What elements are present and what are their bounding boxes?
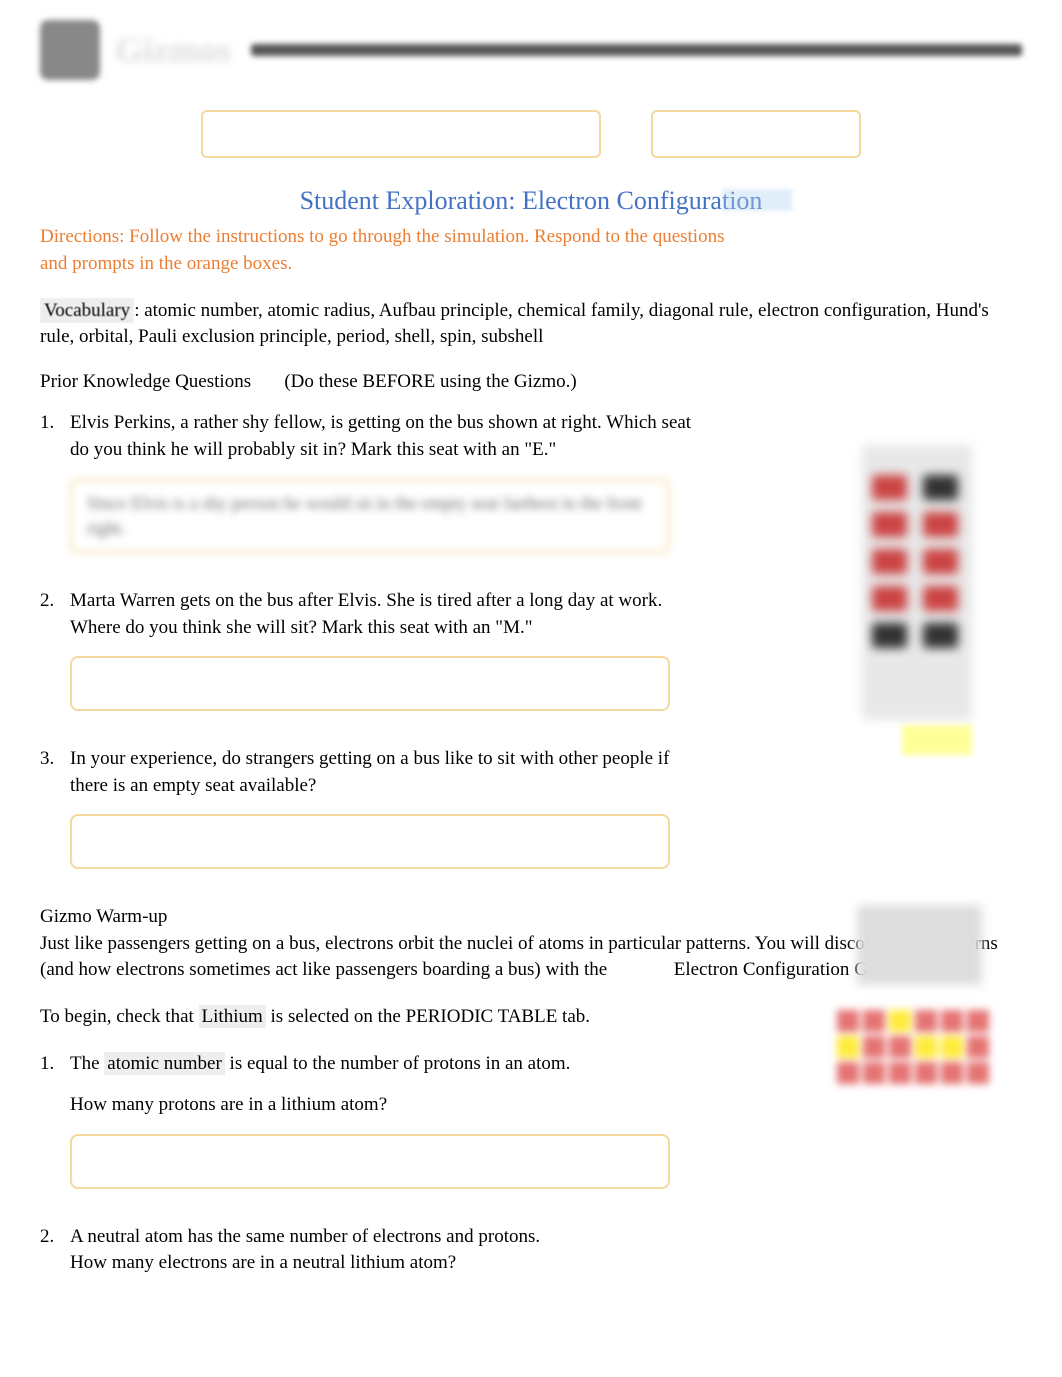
orbital-cell: [915, 1036, 937, 1058]
prior-knowledge-note: (Do these BEFORE using the Gizmo.): [284, 371, 576, 392]
prior-knowledge-heading: Prior Knowledge Questions (Do these BEFO…: [40, 369, 1022, 396]
bus-seat: [872, 586, 907, 611]
answer-input[interactable]: [70, 1134, 670, 1189]
prior-knowledge-label: Prior Knowledge Questions: [40, 371, 251, 392]
bus-seat: [923, 475, 958, 500]
orbital-cell: [863, 1036, 885, 1058]
bus-seat: [923, 512, 958, 537]
warmup-text-gizmo-name: Electron Configuration: [674, 959, 850, 980]
subquestion-text: How many electrons are in a neutral lith…: [70, 1252, 456, 1273]
date-input[interactable]: [651, 110, 861, 158]
orbital-cell: [889, 1062, 911, 1084]
subquestion-text: How many protons are in a lithium atom?: [70, 1092, 710, 1119]
question-text: In your experience, do strangers getting…: [70, 748, 669, 796]
bus-seat: [872, 512, 907, 537]
orbital-cell: [915, 1062, 937, 1084]
orbital-cell: [967, 1062, 989, 1084]
vocabulary-label: Vocabulary: [40, 298, 134, 323]
orbital-cell: [941, 1036, 963, 1058]
answer-input[interactable]: Since Elvis is a shy person he would sit…: [70, 479, 670, 553]
brand-name: Gizmos: [115, 25, 231, 75]
directions-text: Directions: Follow the instructions to g…: [40, 224, 740, 277]
orbital-cell: [941, 1010, 963, 1032]
question-item: 2. A neutral atom has the same number of…: [40, 1224, 1022, 1277]
question-number: 3.: [40, 746, 70, 889]
answer-input[interactable]: [70, 814, 670, 869]
bus-seat: [923, 586, 958, 611]
vocabulary-section: Vocabulary: atomic number, atomic radius…: [40, 298, 1022, 351]
name-input[interactable]: [201, 110, 601, 158]
bus-seat: [923, 549, 958, 574]
question-number: 1.: [40, 1051, 70, 1209]
atomic-number-term: atomic number: [104, 1052, 225, 1075]
bus-label: [902, 725, 972, 755]
orbital-cell: [915, 1010, 937, 1032]
question-text: Elvis Perkins, a rather shy fellow, is g…: [70, 412, 691, 460]
question-text: Marta Warren gets on the bus after Elvis…: [70, 590, 662, 638]
question-number: 2.: [40, 588, 70, 731]
bus-seat: [923, 623, 958, 648]
bus-seat: [872, 549, 907, 574]
logo-icon: [40, 20, 100, 80]
orbital-cell: [863, 1062, 885, 1084]
title-highlight-mark: [722, 189, 792, 211]
orbital-cell: [837, 1010, 859, 1032]
content-area: 1. Elvis Perkins, a rather shy fellow, i…: [40, 410, 1022, 1277]
warmup-text-part: To begin, check that: [40, 1006, 199, 1027]
question-item: 3. In your experience, do strangers gett…: [40, 746, 1022, 889]
orbital-cell: [863, 1010, 885, 1032]
header-rule: [251, 44, 1022, 56]
orbital-cell: [941, 1062, 963, 1084]
vocab-sep: :: [134, 300, 144, 321]
orbital-cell: [967, 1036, 989, 1058]
bus-diagram-image: [862, 445, 972, 720]
warmup-text-part: is selected on the PERIODIC TABLE tab.: [271, 1006, 591, 1027]
periodic-table-thumbnail: [857, 905, 982, 985]
orbital-cell: [967, 1010, 989, 1032]
question-text: A neutral atom has the same number of el…: [70, 1226, 540, 1247]
question-number: 2.: [40, 1224, 70, 1277]
question-text-part: is equal to the number of protons in an …: [225, 1053, 571, 1074]
orbital-cell: [837, 1036, 859, 1058]
title-text: Student Exploration: Electron Configurat…: [300, 186, 763, 215]
orbital-cell: [889, 1010, 911, 1032]
orbital-diagram-thumbnail: [837, 1010, 992, 1100]
question-text-part: The: [70, 1053, 104, 1074]
page-title: Student Exploration: Electron Configurat…: [40, 183, 1022, 219]
vocabulary-terms: atomic number, atomic radius, Aufbau pri…: [40, 300, 989, 348]
question-number: 1.: [40, 410, 70, 573]
page-header: Gizmos: [40, 20, 1022, 80]
orbital-cell: [837, 1062, 859, 1084]
answer-input[interactable]: [70, 656, 670, 711]
name-date-row: [40, 110, 1022, 158]
lithium-term: Lithium: [199, 1005, 266, 1028]
bus-seat: [872, 475, 907, 500]
bus-seat: [872, 623, 907, 648]
orbital-cell: [889, 1036, 911, 1058]
